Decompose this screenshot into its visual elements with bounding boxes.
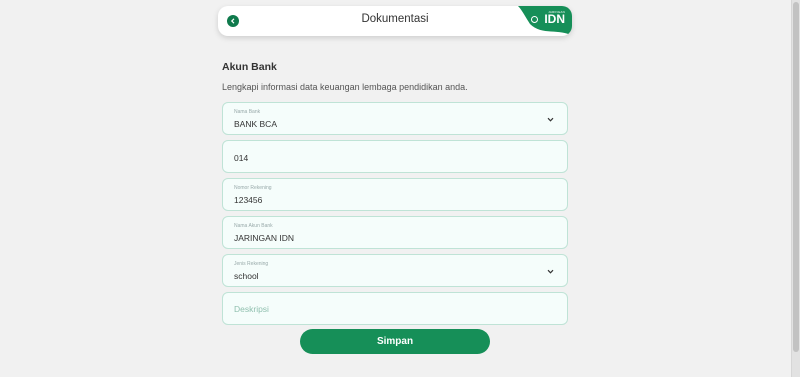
description-placeholder: Deskripsi xyxy=(234,304,269,314)
save-button[interactable]: Simpan xyxy=(300,329,490,354)
bank-code-field[interactable]: 014 xyxy=(222,140,568,173)
account-type-label: Jenis Rekening xyxy=(234,261,269,267)
account-type-value: school xyxy=(234,271,259,281)
sun-icon xyxy=(531,16,538,23)
account-name-field[interactable]: Nama Akun Bank JARINGAN IDN xyxy=(222,216,568,249)
bank-select[interactable]: Nama Bank BANK BCA xyxy=(222,102,568,135)
bank-label: Nama Bank xyxy=(234,109,261,115)
section-title: Akun Bank xyxy=(222,61,277,73)
scrollbar[interactable] xyxy=(791,0,800,377)
form-intro: Akun Bank Lengkapi informasi data keuang… xyxy=(222,60,568,92)
bank-value: BANK BCA xyxy=(234,119,277,129)
account-number-value: 123456 xyxy=(234,195,263,205)
chevron-down-icon xyxy=(547,269,554,274)
section-subtitle: Lengkapi informasi data keuangan lembaga… xyxy=(222,82,468,92)
header-bar: Dokumentasi JARINGAN IDN xyxy=(218,6,572,36)
description-field[interactable]: Deskripsi xyxy=(222,292,568,325)
account-name-label: Nama Akun Bank xyxy=(234,223,273,229)
chevron-down-icon xyxy=(547,117,554,122)
account-number-label: Nomor Rekening xyxy=(234,185,272,191)
scrollbar-thumb[interactable] xyxy=(793,2,799,352)
account-number-field[interactable]: Nomor Rekening 123456 xyxy=(222,178,568,211)
account-name-value: JARINGAN IDN xyxy=(234,233,294,243)
brand-name: IDN xyxy=(544,12,565,26)
bank-code-value: 014 xyxy=(234,153,249,163)
account-type-select[interactable]: Jenis Rekening school xyxy=(222,254,568,287)
brand-logo: JARINGAN IDN xyxy=(512,6,572,36)
